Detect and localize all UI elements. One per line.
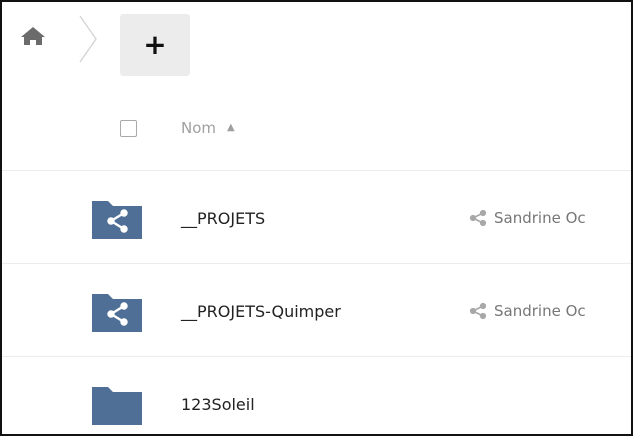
new-button[interactable]: + bbox=[120, 14, 190, 76]
file-name[interactable]: __PROJETS-Quimper bbox=[181, 302, 341, 321]
file-row[interactable]: __PROJETS Sandrine Oc bbox=[2, 171, 631, 264]
sort-ascending-icon[interactable]: ▲ bbox=[227, 122, 235, 133]
home-icon[interactable] bbox=[20, 26, 46, 46]
select-all-checkbox[interactable] bbox=[120, 120, 137, 137]
column-header-name[interactable]: Nom bbox=[181, 119, 216, 137]
shared-folder-icon bbox=[92, 199, 142, 239]
shared-folder-icon bbox=[92, 292, 142, 332]
file-browser: + Nom ▲ __PROJETS Sandrine Oc __PROJETS-… bbox=[0, 0, 633, 436]
breadcrumb-separator-icon bbox=[76, 14, 102, 64]
file-row[interactable]: __PROJETS-Quimper Sandrine Oc bbox=[2, 264, 631, 357]
file-name[interactable]: 123Soleil bbox=[181, 395, 255, 414]
share-icon bbox=[469, 302, 487, 320]
shared-by-name: Sandrine Oc bbox=[494, 302, 586, 320]
new-button-label: + bbox=[143, 28, 167, 61]
shared-by-name: Sandrine Oc bbox=[494, 209, 586, 227]
share-icon bbox=[469, 209, 487, 227]
shared-by: Sandrine Oc bbox=[468, 209, 586, 227]
file-name[interactable]: __PROJETS bbox=[181, 209, 265, 228]
shared-by: Sandrine Oc bbox=[468, 302, 586, 320]
file-list-header: Nom ▲ bbox=[2, 98, 631, 171]
folder-icon bbox=[92, 385, 142, 425]
file-row[interactable]: 123Soleil bbox=[2, 357, 631, 434]
